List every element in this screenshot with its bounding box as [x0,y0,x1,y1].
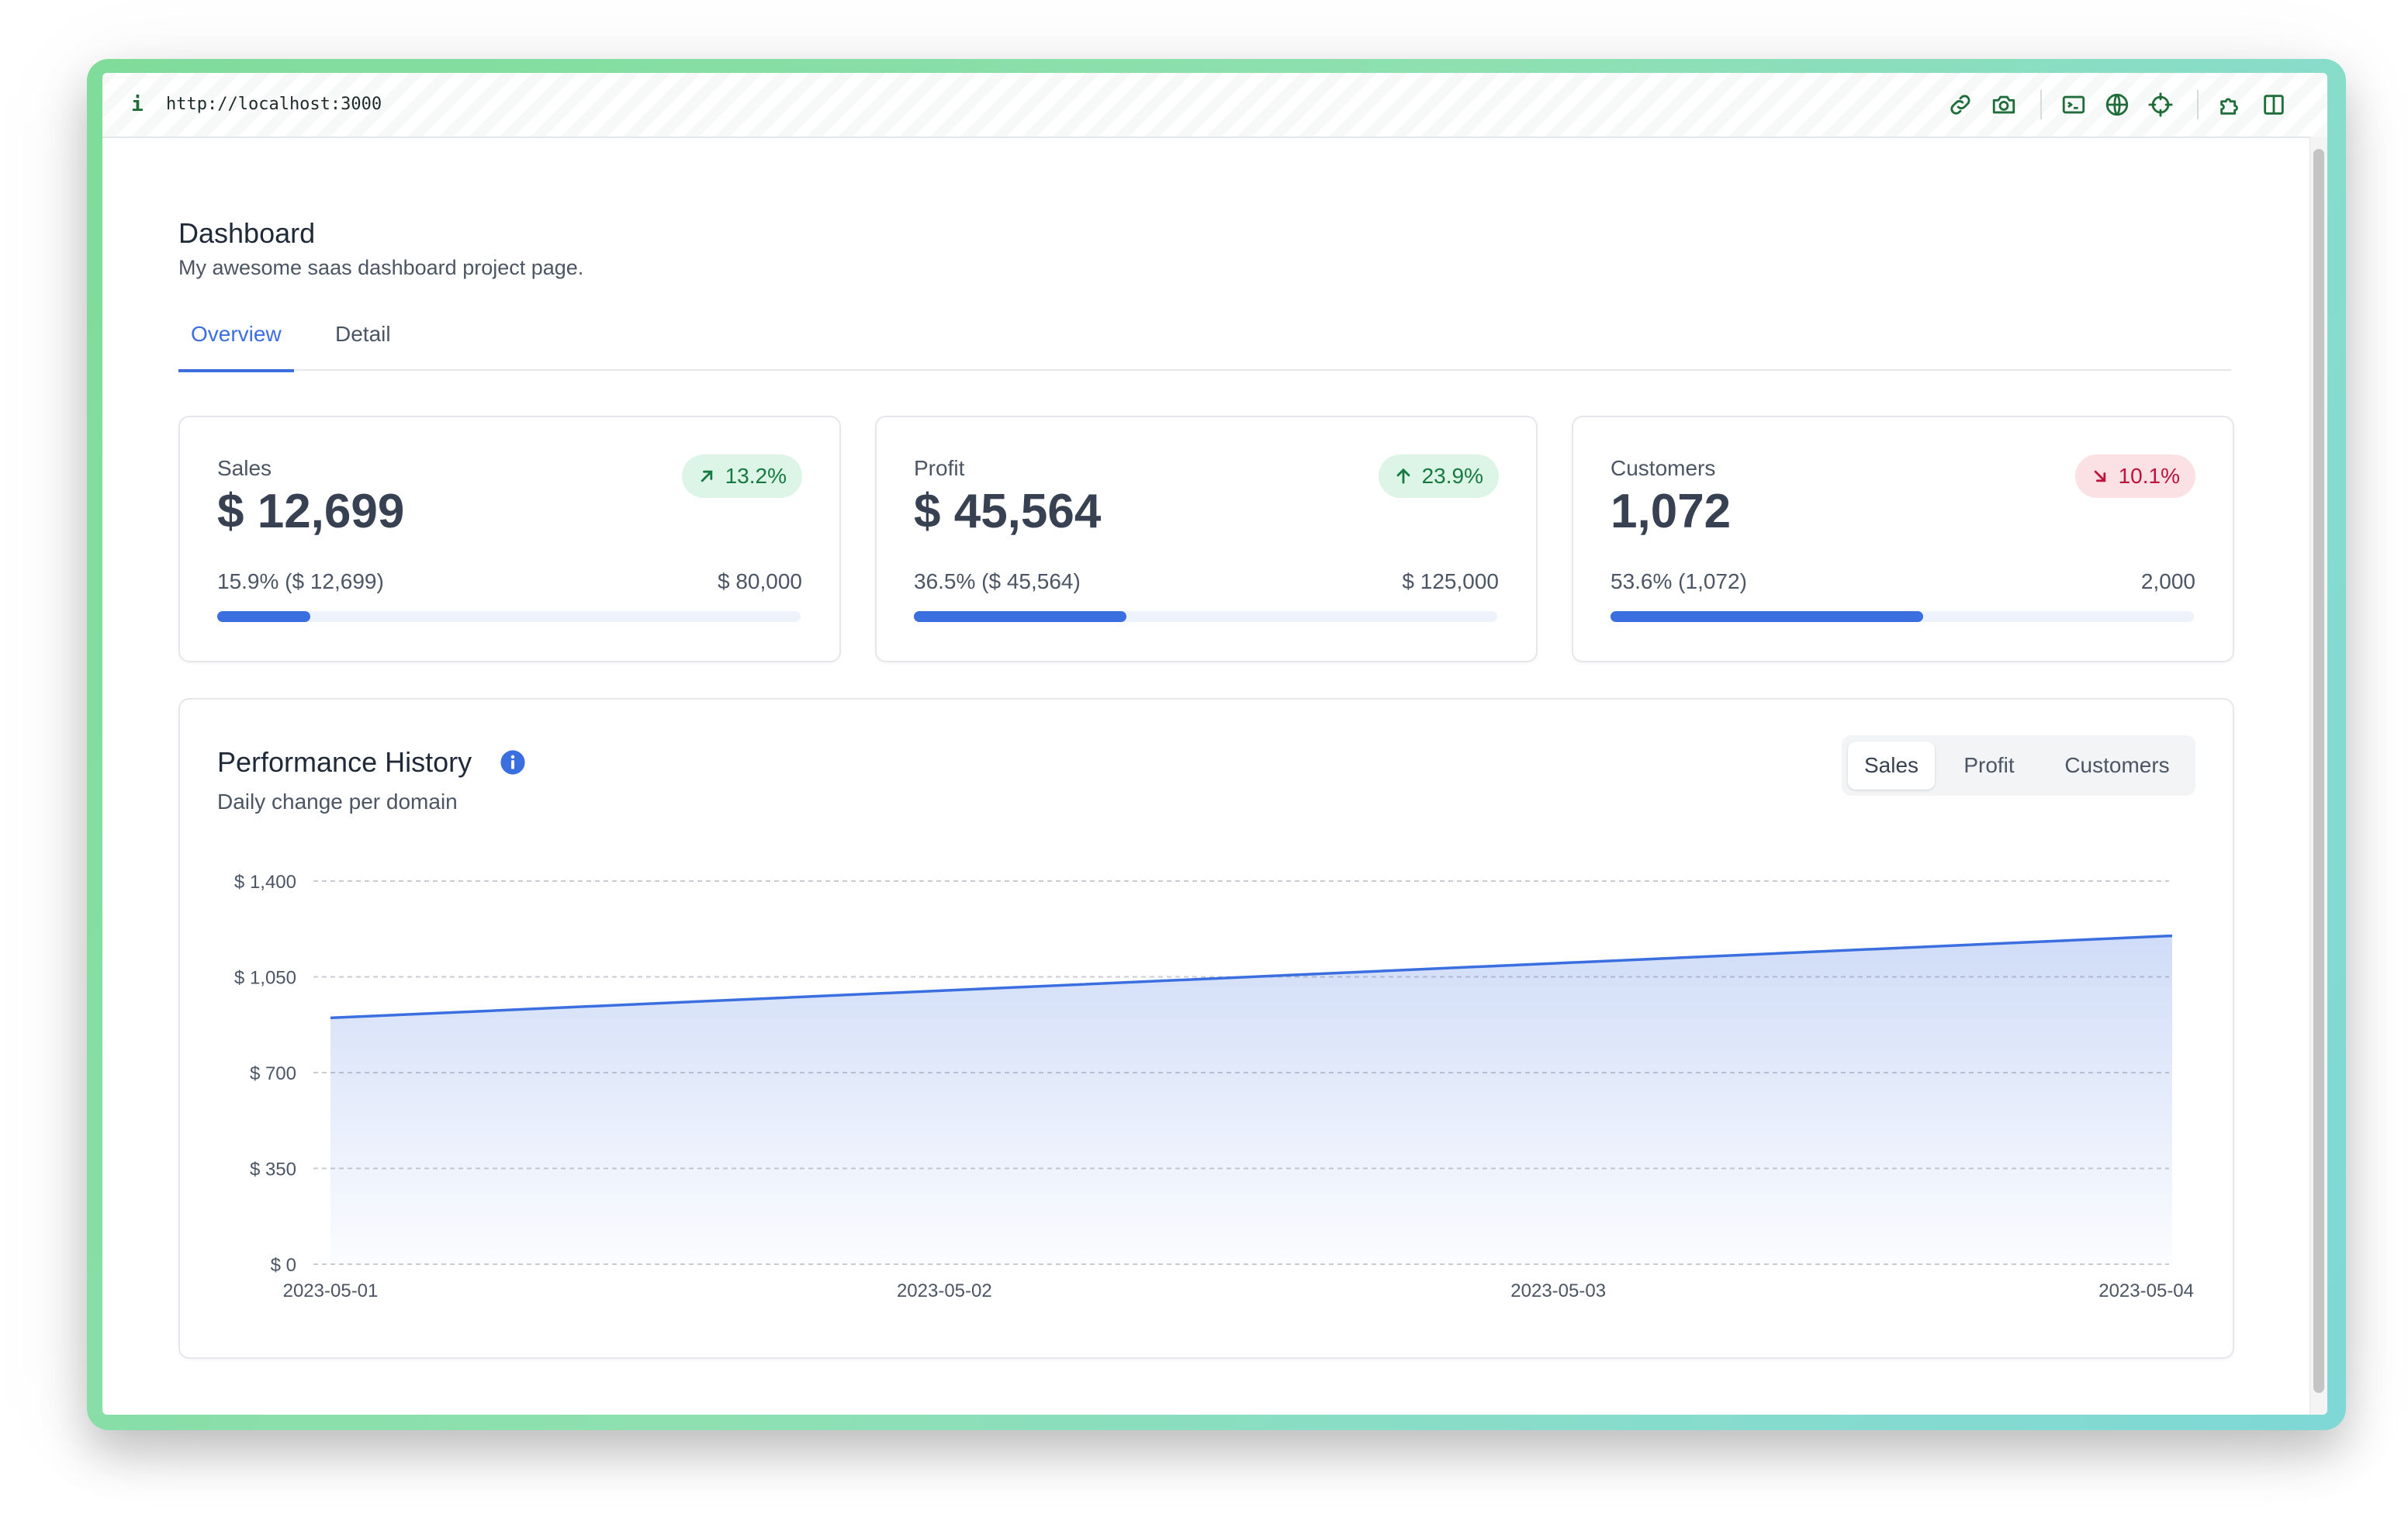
kpi-card-profit: Profit $ 45,564 23.9% 36.5% ($ 45,564) $… [875,416,1538,662]
tab-overview[interactable]: Overview [178,313,294,372]
arrow-down-right-icon [2094,470,2105,482]
page-content: Dashboard My awesome saas dashboard proj… [102,137,2310,1415]
kpi-value: $ 12,699 [217,485,405,538]
extension-icon[interactable] [2217,92,2244,118]
progress-fill [217,611,310,622]
terminal-icon[interactable] [2060,92,2087,118]
x-tick-label: 2023-05-04 [2098,1280,2194,1301]
kpi-label: Sales [217,456,272,480]
x-tick-label: 2023-05-03 [1510,1280,1606,1301]
arrow-up-icon [1396,468,1410,484]
page-subtitle: My awesome saas dashboard project page. [178,256,584,279]
kpi-card-customers: Customers 1,072 10.1% 53.6% (1,072) 2,00… [1572,416,2234,662]
tab-detail[interactable]: Detail [335,313,391,369]
badge-value: 13.2% [725,464,787,488]
browser-toolbar: i http://localhost:3000 [102,73,2327,138]
badge-value: 23.9% [1421,464,1483,488]
y-tick-label: $ 1,400 [234,872,296,893]
address-bar-url[interactable]: http://localhost:3000 [166,95,382,114]
globe-icon[interactable] [2104,92,2130,118]
kpi-value: 1,072 [1611,485,1732,538]
x-tick-label: 2023-05-02 [897,1280,992,1301]
page-title: Dashboard [178,217,316,249]
progress-bar [914,611,1497,622]
progress-bar [217,611,801,622]
info-icon[interactable]: i [129,93,146,116]
area-chart: $ 0 $ 350 $ 700 $ 1,050 $ 1,400 2023-05-01 202… [234,872,2194,1301]
trend-badge: 10.1% [2074,454,2195,498]
kpi-label: Profit [914,456,965,480]
target-value: $ 125,000 [1402,569,1499,593]
browser-window: i http://localhost:3000 Dashboard My awe… [102,73,2327,1415]
y-tick-label: $ 700 [250,1063,296,1084]
y-tick-label: $ 1,050 [234,968,296,989]
target-value: $ 80,000 [718,569,802,593]
progress-text: 36.5% ($ 45,564) [914,569,1081,593]
series-area [330,935,2172,1264]
kpi-label: Customers [1611,456,1716,480]
progress-text: 15.9% ($ 12,699) [217,569,384,593]
progress-fill [914,611,1127,622]
kpi-card-sales: Sales $ 12,699 13.2% 15.9% ($ 12,699) $ … [178,416,841,662]
crosshair-icon[interactable] [2147,92,2174,118]
camera-icon[interactable] [1991,92,2017,118]
progress-fill [1611,611,1924,622]
kpi-value: $ 45,564 [914,485,1102,538]
performance-card: Performance History Daily change per dom… [178,698,2234,1359]
arrow-up-right-icon [701,470,712,482]
trend-badge: 13.2% [681,454,802,498]
scrollbar-thumb[interactable] [2313,149,2324,1393]
trend-badge: 23.9% [1378,454,1499,498]
link-icon[interactable] [1947,92,1974,118]
target-value: 2,000 [2140,569,2195,593]
progress-bar [1611,611,2194,622]
y-tick-label: $ 350 [250,1159,296,1180]
progress-text: 53.6% (1,072) [1611,569,1747,593]
tab-bar: Overview Detail [178,313,2231,372]
y-tick-label: $ 0 [271,1255,296,1276]
badge-value: 10.1% [2118,464,2180,488]
split-panel-icon[interactable] [2261,92,2287,118]
x-tick-label: 2023-05-01 [283,1280,379,1301]
